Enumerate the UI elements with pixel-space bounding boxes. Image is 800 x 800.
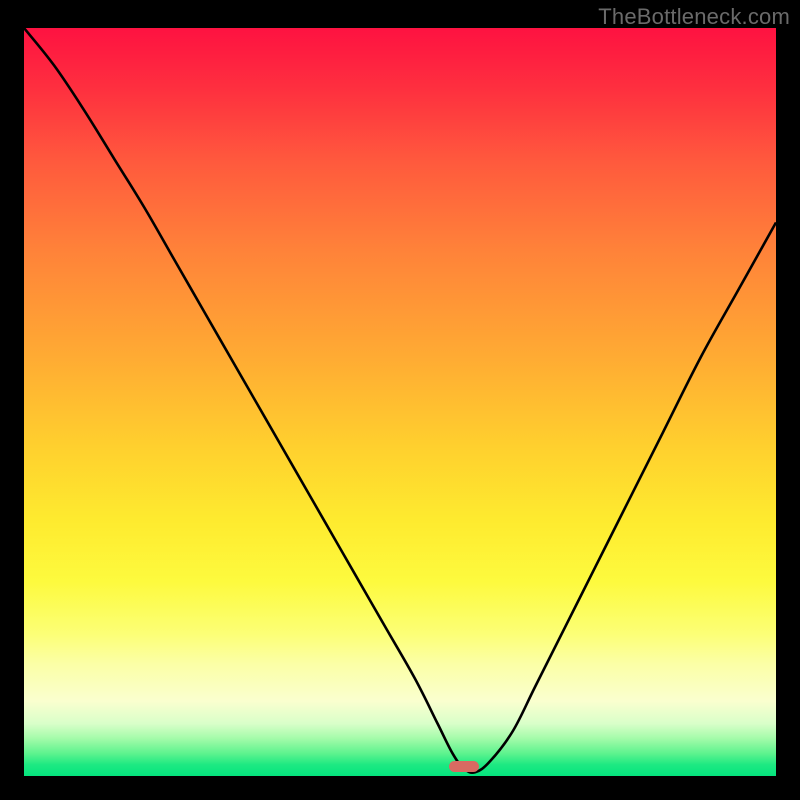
- chart-frame: TheBottleneck.com: [0, 0, 800, 800]
- watermark-text: TheBottleneck.com: [598, 4, 790, 30]
- plot-area: [24, 28, 776, 776]
- curve-path: [24, 28, 776, 773]
- bottleneck-curve: [24, 28, 776, 776]
- min-marker: [449, 761, 479, 771]
